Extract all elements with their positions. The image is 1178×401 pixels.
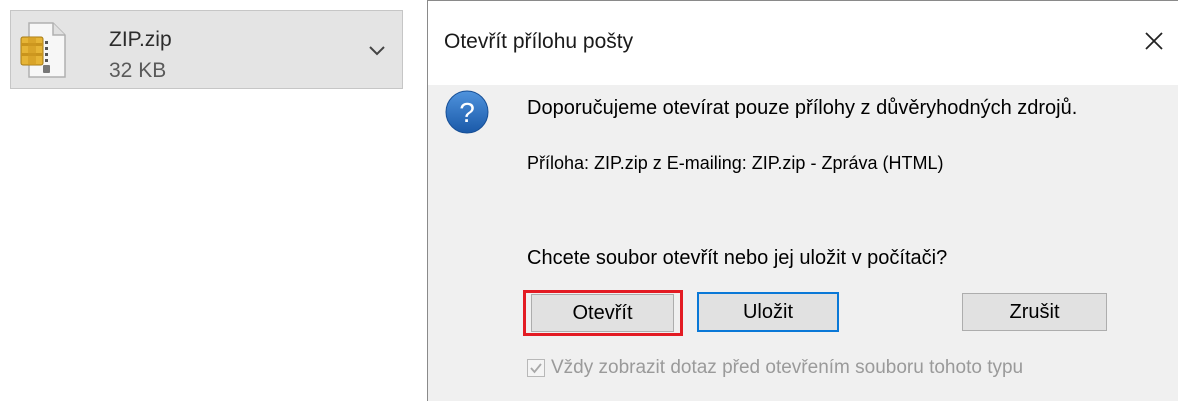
- screen: ZIP.zip 32 KB Otevřít přílohu pošty ? Do…: [0, 0, 1178, 401]
- checkmark-icon: [530, 363, 542, 374]
- always-ask-checkbox[interactable]: [527, 359, 545, 377]
- open-attachment-dialog: Otevřít přílohu pošty ? Doporučujeme ote…: [427, 0, 1178, 401]
- question-icon: ?: [445, 90, 489, 134]
- attachment-file-name: ZIP.zip: [109, 28, 172, 51]
- zip-archive-icon: [20, 22, 66, 78]
- chevron-down-icon[interactable]: [368, 45, 386, 57]
- open-button[interactable]: Otevřít: [531, 294, 674, 332]
- dialog-title: Otevřít přílohu pošty: [444, 30, 634, 53]
- close-icon[interactable]: [1138, 25, 1170, 57]
- dialog-message: Doporučujeme otevírat pouze přílohy z dů…: [527, 97, 1078, 119]
- dialog-question: Chcete soubor otevřít nebo jej uložit v …: [527, 247, 948, 269]
- cancel-button[interactable]: Zrušit: [962, 293, 1107, 331]
- always-ask-option: Vždy zobrazit dotaz před otevřením soubo…: [527, 357, 1023, 379]
- dialog-titlebar: Otevřít přílohu pošty: [428, 1, 1178, 85]
- attachment-chip[interactable]: ZIP.zip 32 KB: [10, 10, 403, 89]
- svg-text:?: ?: [459, 97, 475, 128]
- always-ask-label: Vždy zobrazit dotaz před otevřením soubo…: [551, 357, 1024, 378]
- save-button[interactable]: Uložit: [697, 292, 839, 332]
- open-button-highlight: Otevřít: [523, 290, 683, 336]
- attachment-detail: Příloha: ZIP.zip z E-mailing: ZIP.zip - …: [527, 153, 944, 173]
- attachment-file-size: 32 KB: [109, 59, 167, 82]
